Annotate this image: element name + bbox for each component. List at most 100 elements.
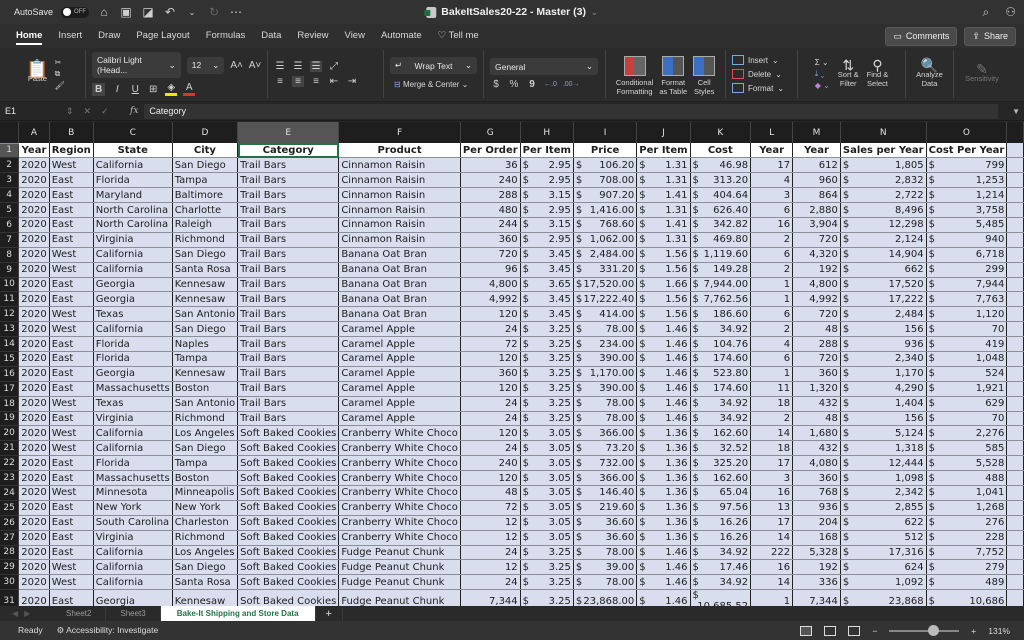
align-bottom-icon[interactable]: ☰ (310, 61, 322, 72)
wrap-text-button[interactable]: ↵ Wrap Text ⌄ (390, 57, 477, 74)
row-header[interactable]: 2 (0, 157, 20, 174)
cell[interactable] (1006, 291, 1024, 308)
cell[interactable]: Santa Rosa (172, 574, 239, 591)
format-as-table-button[interactable]: Format as Table (659, 56, 687, 96)
column-header-overflow[interactable] (1006, 122, 1024, 143)
cell[interactable]: Trail Bars (237, 202, 340, 218)
increase-indent-icon[interactable]: ⇥ (346, 76, 358, 87)
column-title-cell[interactable]: Per Item (636, 143, 691, 159)
cell[interactable]: 2020 (18, 291, 50, 308)
cell[interactable]: Georgia (93, 291, 173, 308)
format-painter-icon[interactable]: 🖌 (55, 81, 65, 90)
cell[interactable]: Minnesota (93, 485, 173, 501)
cell[interactable]: Naples (172, 336, 239, 352)
cell[interactable]: San Diego (172, 440, 239, 457)
cell[interactable]: Soft Baked Cookies (237, 574, 340, 591)
cell[interactable]: 2020 (18, 202, 50, 218)
cell[interactable]: Trail Bars (237, 291, 340, 308)
zoom-out-button[interactable]: − (872, 626, 877, 636)
tab-review[interactable]: Review (289, 24, 336, 48)
cell[interactable]: $7,752 (926, 545, 1008, 561)
cell[interactable]: $1.36 (636, 470, 691, 486)
cell[interactable]: Tampa (172, 455, 239, 472)
align-center-icon[interactable]: ≡ (292, 76, 304, 87)
cell[interactable]: $16.26 (690, 515, 752, 531)
cell[interactable]: East (49, 291, 94, 308)
cell[interactable]: Trail Bars (237, 247, 340, 263)
cell[interactable]: 720 (792, 351, 841, 367)
cut-icon[interactable]: ✂ (55, 58, 65, 67)
cell[interactable]: Texas (93, 306, 173, 323)
cell[interactable]: 6 (750, 247, 794, 263)
row-header[interactable]: 14 (0, 336, 20, 352)
tab-page-layout[interactable]: Page Layout (128, 24, 197, 48)
cell[interactable]: 2,880 (792, 202, 841, 218)
tab-home[interactable]: Home (8, 24, 50, 48)
cell[interactable]: 612 (792, 157, 841, 174)
cell[interactable]: Trail Bars (237, 262, 340, 278)
cell[interactable]: Trail Bars (237, 232, 340, 248)
cell[interactable]: $390.00 (573, 351, 638, 367)
cell[interactable]: 24 (460, 321, 521, 338)
cell[interactable]: $512 (840, 530, 927, 546)
cell[interactable]: California (93, 321, 173, 338)
cell[interactable]: 2020 (18, 574, 50, 591)
cell[interactable] (1006, 425, 1024, 442)
cell[interactable]: 48 (792, 411, 841, 427)
cell[interactable]: $3.25 (520, 366, 574, 382)
cell[interactable]: $2,484 (840, 306, 927, 323)
cell[interactable]: East (49, 217, 94, 233)
italic-button[interactable]: I (111, 84, 123, 95)
cell[interactable]: Soft Baked Cookies (237, 425, 340, 442)
cell[interactable] (1006, 411, 1024, 427)
cell[interactable]: Raleigh (172, 217, 239, 233)
undo-icon[interactable]: ↶ (163, 5, 177, 19)
cell[interactable]: 17 (750, 157, 794, 174)
cell[interactable] (1006, 589, 1024, 606)
column-header-e[interactable]: E (237, 122, 340, 143)
cell[interactable] (1006, 143, 1024, 159)
cell[interactable] (1006, 366, 1024, 382)
cell[interactable]: Kennesaw (172, 277, 239, 293)
cell[interactable]: $1,098 (840, 470, 927, 486)
cell[interactable]: 12 (460, 530, 521, 546)
cell[interactable]: $1,318 (840, 440, 927, 457)
cell[interactable]: $12,444 (840, 455, 927, 472)
cell[interactable]: Soft Baked Cookies (237, 485, 340, 501)
row-header[interactable]: 17 (0, 381, 20, 397)
cell[interactable] (1006, 232, 1024, 248)
cell[interactable]: New York (172, 500, 239, 516)
cell[interactable]: 2020 (18, 336, 50, 352)
cell[interactable]: $1,921 (926, 381, 1008, 397)
cell[interactable]: East (49, 277, 94, 293)
prev-sheet-icon[interactable]: ◀ (12, 609, 18, 618)
cell[interactable]: $16.26 (690, 530, 752, 546)
cell[interactable] (1006, 277, 1024, 293)
cell[interactable]: West (49, 262, 94, 278)
cell[interactable]: $524 (926, 366, 1008, 382)
cell[interactable]: Trail Bars (237, 306, 340, 323)
decrease-decimal-icon[interactable]: .00→ (563, 81, 580, 88)
cell[interactable]: 1 (750, 589, 794, 606)
cell[interactable]: West (49, 396, 94, 412)
cell[interactable]: Caramel Apple (338, 411, 461, 427)
cell[interactable]: 192 (792, 262, 841, 278)
cell[interactable]: 2020 (18, 381, 50, 397)
cell[interactable]: $1.66 (636, 277, 691, 293)
cell[interactable]: East (49, 381, 94, 397)
cell[interactable]: $1,268 (926, 500, 1008, 516)
cell[interactable]: $1.36 (636, 515, 691, 531)
cell[interactable]: $279 (926, 559, 1008, 576)
cell[interactable]: $174.60 (690, 351, 752, 367)
column-header-f[interactable]: F (338, 122, 461, 143)
cell[interactable]: East (49, 589, 94, 606)
sensitivity-button[interactable]: ✎ Sensitivity (965, 62, 999, 83)
next-sheet-icon[interactable]: ▶ (24, 609, 30, 618)
cell[interactable]: Soft Baked Cookies (237, 589, 340, 606)
cell[interactable]: East (49, 411, 94, 427)
cell[interactable]: 18 (750, 396, 794, 412)
cell[interactable]: $331.20 (573, 262, 638, 278)
align-middle-icon[interactable]: ☰ (292, 61, 304, 72)
merge-center-button[interactable]: ⊟ Merge & Center ⌄ (390, 78, 477, 91)
cell[interactable]: California (93, 247, 173, 263)
